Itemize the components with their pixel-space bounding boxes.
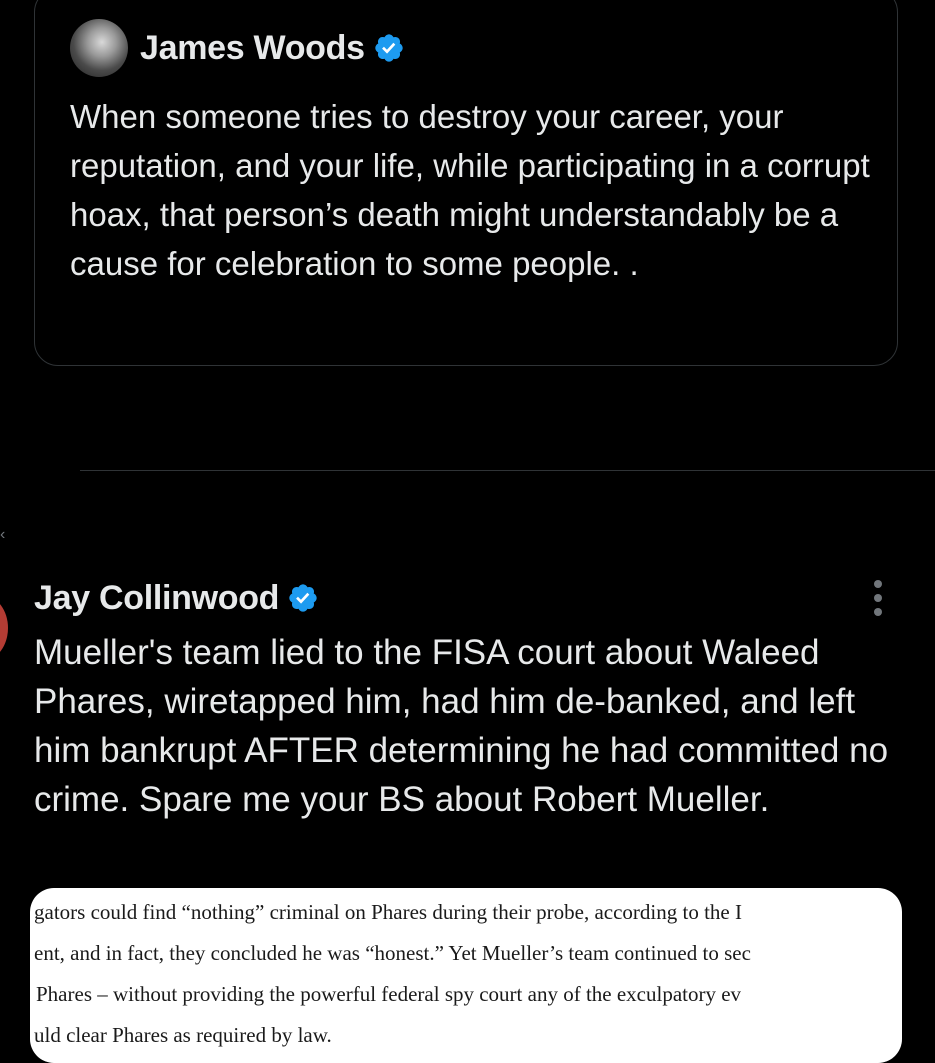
verified-badge-icon <box>289 584 317 612</box>
chevron-icon: ‹ <box>0 526 6 543</box>
reply-tweet-header: Jay Collinwood <box>34 572 319 624</box>
reply-tweet-text: Mueller's team lied to the FISA court ab… <box>34 633 889 819</box>
avatar[interactable] <box>70 19 128 77</box>
verified-badge-icon <box>375 34 403 62</box>
image-text-line: uld clear Phares as required by law. <box>34 1023 332 1047</box>
image-text-line: Phares – without providing the powerful … <box>36 982 742 1006</box>
attached-image[interactable]: gators could find “nothing” criminal on … <box>30 888 902 1063</box>
quoted-author-name[interactable]: James Woods <box>140 29 365 68</box>
avatar[interactable] <box>0 596 8 660</box>
image-text-line: ent, and in fact, they concluded he was … <box>34 941 751 965</box>
image-text-line: gators could find “nothing” criminal on … <box>34 900 742 924</box>
reply-author-name[interactable]: Jay Collinwood <box>34 579 279 618</box>
quoted-tweet-text: When someone tries to destroy your caree… <box>70 98 870 282</box>
quoted-tweet-header: James Woods <box>70 18 405 78</box>
divider <box>80 470 935 471</box>
more-options-icon[interactable] <box>866 580 890 620</box>
